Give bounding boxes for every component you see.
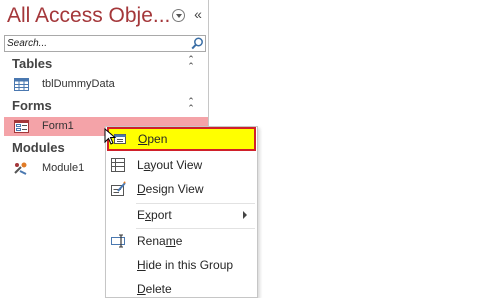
menu-item-hide-in-group[interactable]: Hide in this Group (106, 253, 257, 277)
group-label: Modules (12, 140, 65, 155)
menu-item-label: Open (138, 132, 168, 146)
submenu-arrow-icon (243, 211, 247, 219)
nav-pane-header: All Access Obje... « (0, 0, 209, 34)
group-label: Forms (12, 98, 52, 113)
group-header-forms[interactable]: Forms ⌃ ⌃ (0, 96, 209, 116)
design-view-icon (111, 181, 126, 196)
menu-item-label: Export (137, 208, 172, 222)
menu-item-label: Layout View (137, 158, 203, 172)
nav-item-label: Form1 (42, 120, 74, 132)
menu-item-export[interactable]: Export (106, 203, 257, 227)
module-icon (14, 162, 27, 175)
menu-item-label: Design View (137, 182, 204, 196)
menu-item-rename[interactable]: Rename (106, 229, 257, 253)
menu-item-layout-view[interactable]: Layout View (106, 153, 257, 177)
nav-item-label: Module1 (42, 162, 85, 174)
menu-item-label: Hide in this Group (137, 258, 234, 272)
rename-icon (111, 234, 125, 248)
menu-item-design-view[interactable]: Design View (106, 177, 257, 201)
search-icon[interactable] (191, 37, 204, 50)
group-header-tables[interactable]: Tables ⌃ ⌃ (0, 54, 209, 74)
chevron-down-icon (175, 14, 182, 18)
chevron-up-icon[interactable]: ⌃ ⌃ (186, 55, 196, 71)
table-icon (14, 78, 29, 91)
nav-pane-menu-button[interactable] (172, 9, 185, 22)
form-icon (14, 120, 29, 133)
nav-item-tbldummydata[interactable]: tblDummyData (4, 75, 208, 94)
search-box (4, 35, 206, 52)
menu-item-label: Rename (137, 234, 183, 248)
search-input[interactable] (5, 36, 189, 51)
menu-item-delete[interactable]: Delete (106, 277, 257, 298)
context-menu: Open Layout View Design View Export Rena… (105, 126, 258, 298)
nav-pane-title[interactable]: All Access Obje... (7, 4, 170, 28)
nav-item-label: tblDummyData (42, 78, 115, 90)
chevron-up-icon[interactable]: ⌃ ⌃ (186, 97, 196, 113)
menu-item-open[interactable]: Open (107, 127, 256, 151)
layout-view-icon (111, 158, 125, 172)
group-label: Tables (12, 56, 53, 71)
menu-item-label: Delete (137, 282, 172, 296)
mouse-cursor-icon (104, 128, 117, 145)
shutter-bar-close-button[interactable]: « (192, 5, 204, 23)
